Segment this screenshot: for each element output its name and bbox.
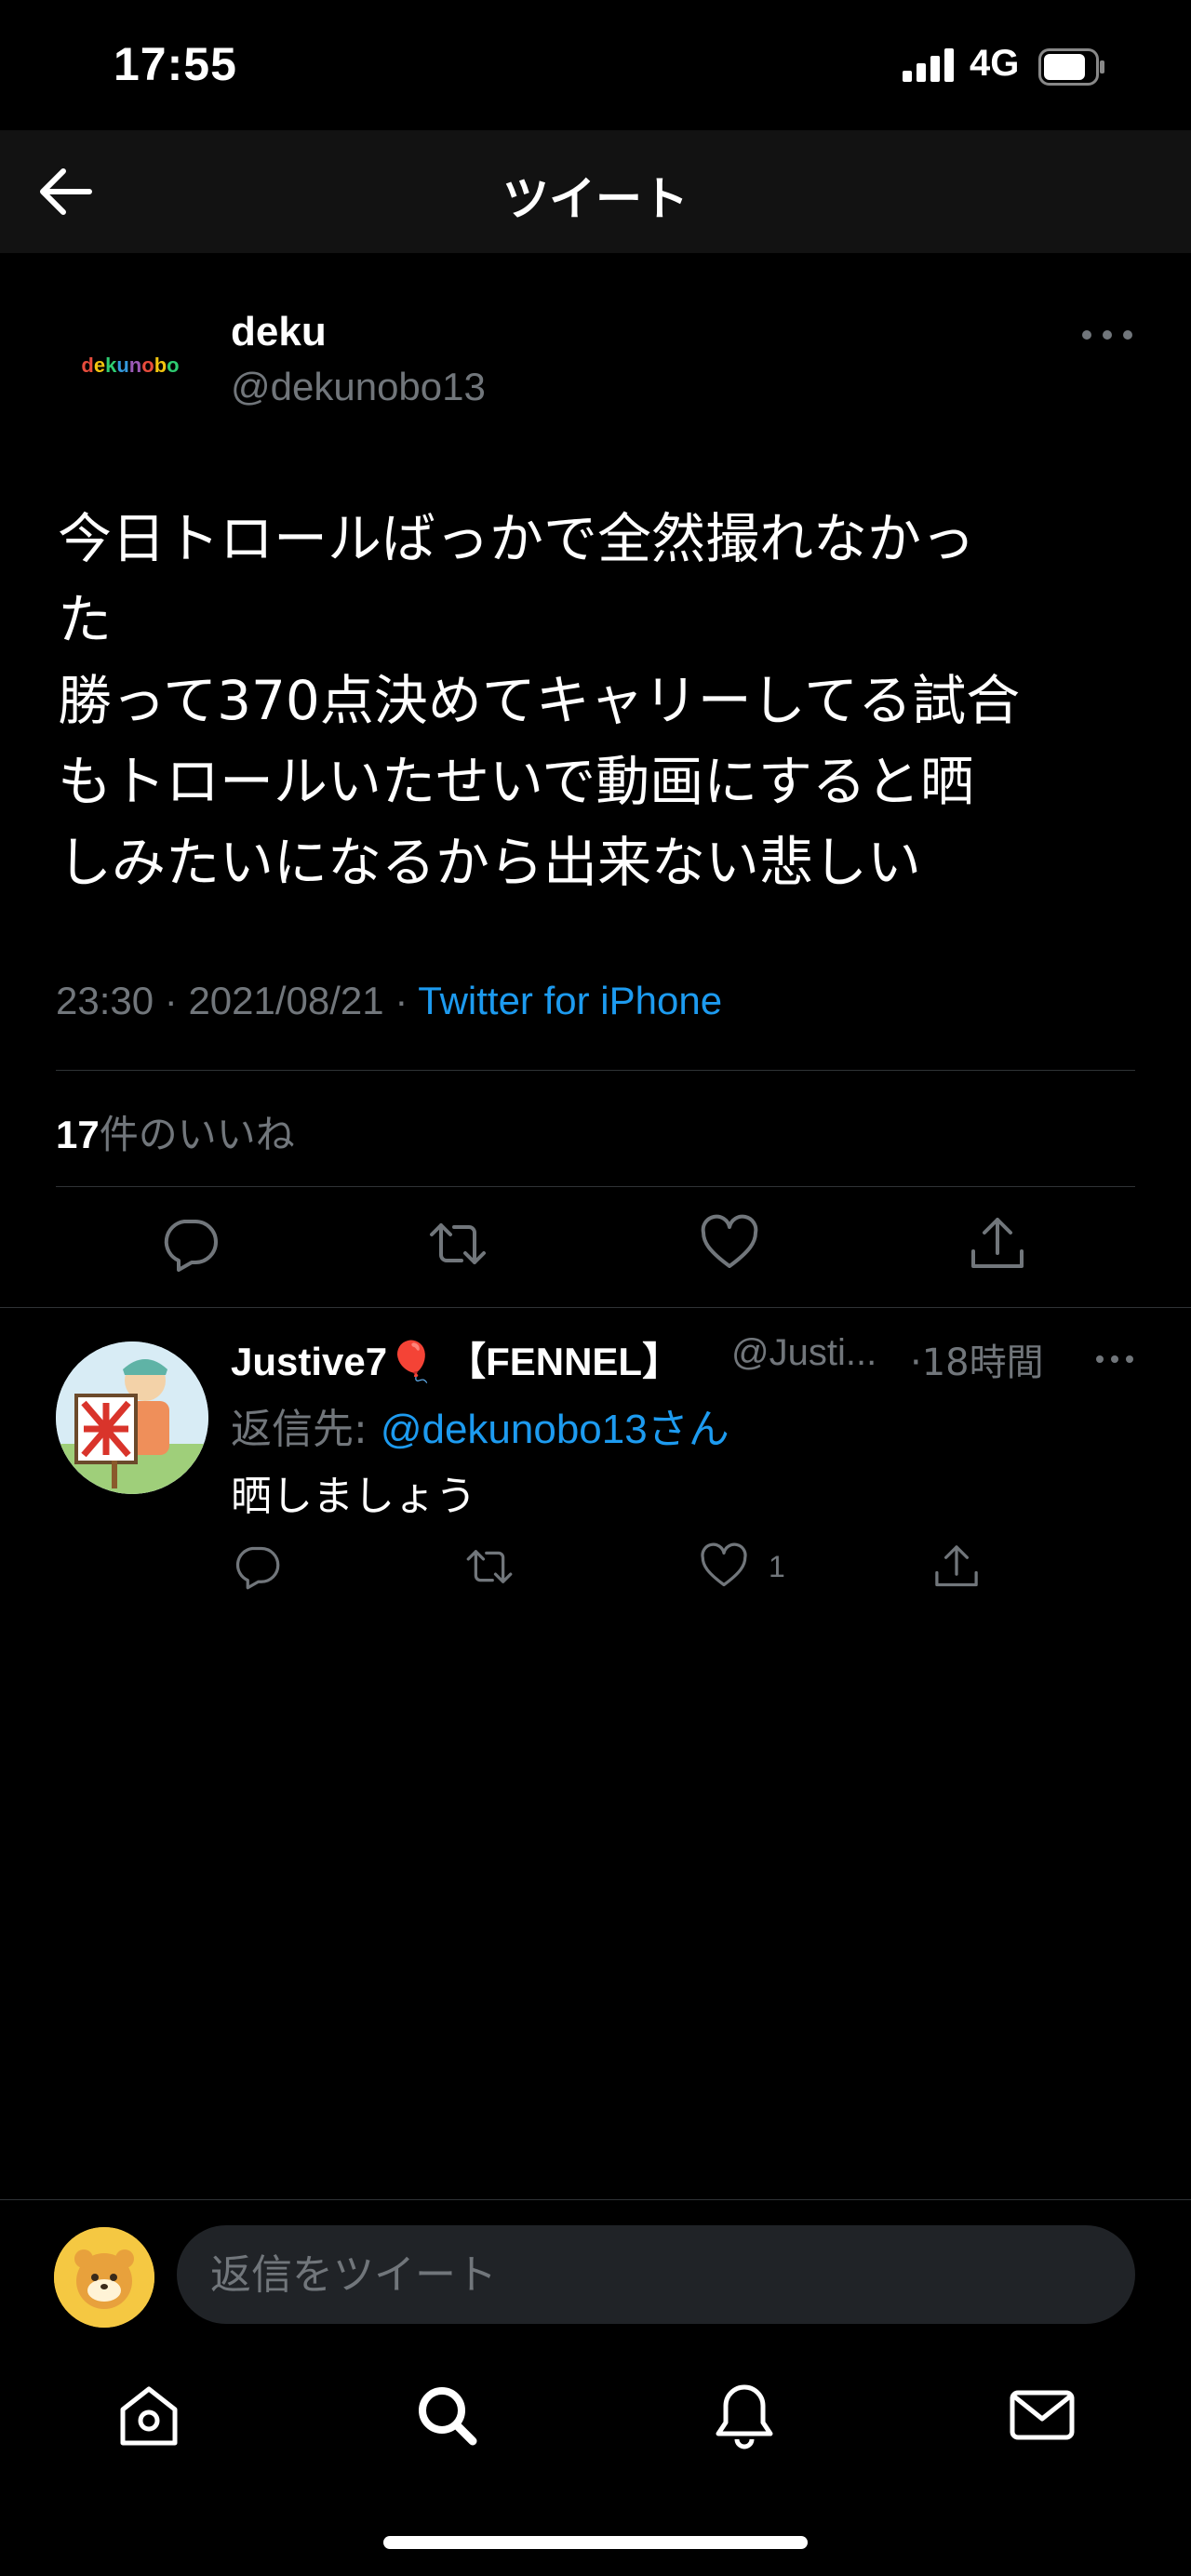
- home-indicator[interactable]: [383, 2536, 808, 2549]
- reply-bubble-icon[interactable]: [233, 1542, 281, 1591]
- reply-tweet[interactable]: Justive7🎈 【FENNEL】 @Justi... ·18時間 返信先: …: [0, 1321, 1191, 1609]
- heart-icon[interactable]: [700, 1214, 759, 1274]
- tab-bar: [0, 2359, 1191, 2471]
- home-icon[interactable]: [112, 2378, 186, 2452]
- page-title: ツイート: [502, 172, 689, 226]
- reply-like-count: 1: [769, 1550, 785, 1583]
- reply-input[interactable]: [177, 2225, 1135, 2324]
- retweet-icon[interactable]: [428, 1214, 488, 1274]
- bell-icon[interactable]: [707, 2378, 782, 2452]
- divider: [0, 2199, 1191, 2200]
- author-avatar[interactable]: dekunobo: [56, 305, 205, 426]
- likes-count-link[interactable]: 17件のいいね: [56, 1103, 295, 1160]
- likes-count: 17: [56, 1113, 100, 1156]
- reply-action-bar: 1: [0, 1542, 1191, 1598]
- tweet-source-link[interactable]: Twitter for iPhone: [418, 979, 722, 1022]
- tweet-author: dekunobo deku @dekunobo13: [0, 298, 1191, 437]
- author-name[interactable]: deku: [231, 309, 327, 355]
- more-dots-icon[interactable]: [1079, 326, 1135, 344]
- tweet-time: 23:30: [56, 979, 154, 1022]
- reply-bubble-icon[interactable]: [160, 1214, 220, 1274]
- battery-icon: [1038, 48, 1104, 86]
- divider: [56, 1186, 1135, 1187]
- likes-label: 件のいいね: [99, 1112, 295, 1157]
- reply-to-label: 返信先:: [231, 1406, 381, 1453]
- reply-avatar-image: [56, 1341, 208, 1494]
- status-time: 17:55: [114, 38, 237, 90]
- share-icon[interactable]: [932, 1542, 981, 1591]
- reply-text: 晒しましょう: [231, 1473, 476, 1520]
- user-avatar-image: [54, 2227, 154, 2328]
- meta-separator: ·: [154, 979, 189, 1022]
- user-avatar[interactable]: [54, 2227, 154, 2328]
- tweet-date: 2021/08/21: [188, 979, 384, 1022]
- nav-header: ツイート: [0, 130, 1191, 253]
- share-icon[interactable]: [968, 1214, 1027, 1274]
- search-icon[interactable]: [409, 2378, 484, 2452]
- status-bar: 17:55 4G: [0, 0, 1191, 130]
- tweet-text: 今日トロールばっかで全然撮れなかっ た 勝って370点決めてキャリーしてる試合 …: [58, 507, 1021, 894]
- reply-to: 返信先: @dekunobo13さん: [231, 1395, 729, 1455]
- reply-avatar[interactable]: [56, 1341, 208, 1494]
- divider: [0, 1307, 1191, 1308]
- compose-bar: [0, 2201, 1191, 2341]
- reply-to-mention[interactable]: @dekunobo13さん: [381, 1407, 729, 1452]
- divider: [56, 1070, 1135, 1071]
- reply-author-handle[interactable]: @Justi...: [731, 1332, 877, 1374]
- heart-icon[interactable]: [700, 1542, 748, 1591]
- author-logo: dekunobo: [81, 354, 180, 377]
- reply-time: ·18時間: [910, 1341, 1044, 1384]
- signal-icon: [903, 48, 958, 82]
- meta-separator: ·: [383, 979, 419, 1022]
- author-handle[interactable]: @dekunobo13: [231, 365, 486, 409]
- tweet-meta: 23:30 · 2021/08/21 · Twitter for iPhone: [56, 979, 722, 1023]
- mail-icon[interactable]: [1005, 2378, 1079, 2452]
- retweet-icon[interactable]: [465, 1542, 514, 1591]
- reply-author-name[interactable]: Justive7🎈 【FENNEL】: [231, 1330, 681, 1387]
- tweet-action-bar: [0, 1214, 1191, 1279]
- more-dots-icon[interactable]: [1094, 1353, 1135, 1366]
- network-type: 4G: [970, 43, 1020, 84]
